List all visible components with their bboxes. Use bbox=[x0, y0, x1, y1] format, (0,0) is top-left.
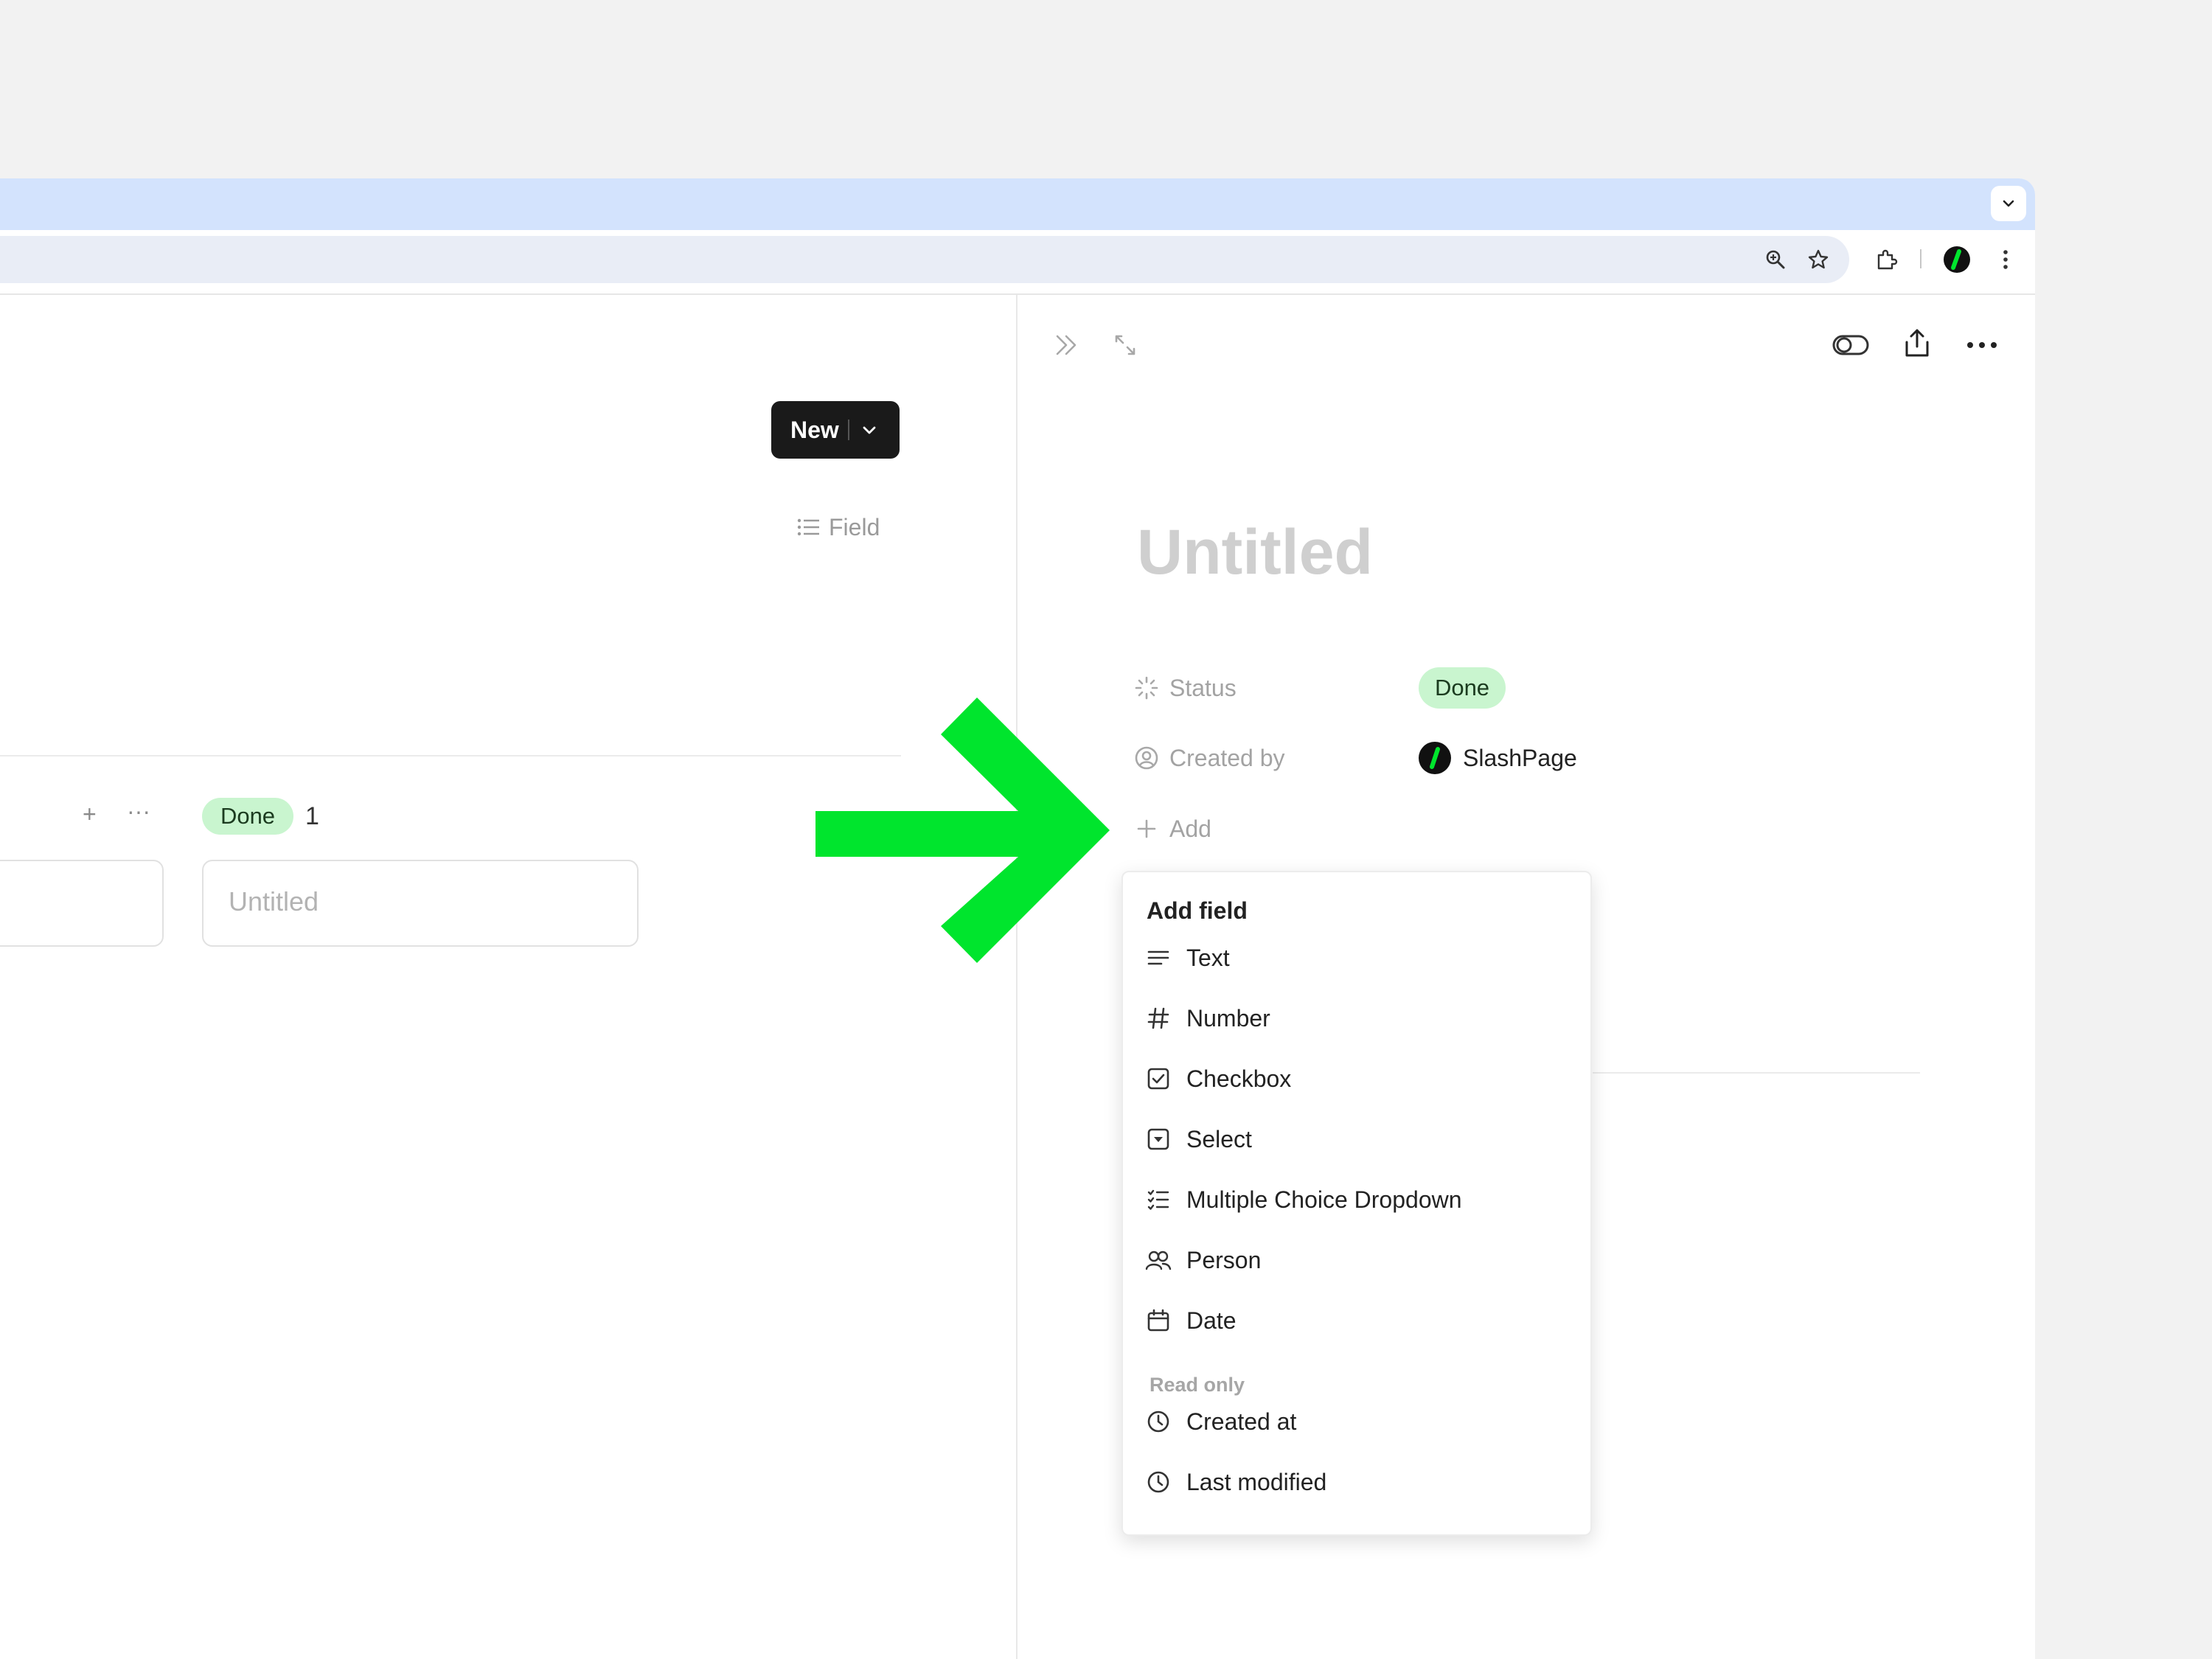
toggle-view-icon[interactable] bbox=[1830, 326, 1871, 364]
share-icon[interactable] bbox=[1898, 324, 1936, 363]
expand-icon[interactable] bbox=[1106, 326, 1144, 364]
board-card[interactable] bbox=[0, 860, 164, 947]
new-button[interactable]: New bbox=[771, 401, 900, 459]
field-button-label: Field bbox=[829, 513, 880, 540]
chevron-down-icon bbox=[2003, 200, 2014, 207]
menu-item-label: Date bbox=[1186, 1307, 1237, 1334]
status-badge: Done bbox=[202, 798, 293, 835]
checkbox-icon bbox=[1144, 1064, 1173, 1093]
slashpage-extension-icon[interactable] bbox=[1942, 245, 1972, 274]
menu-item-multiple-choice-dropdown[interactable]: Multiple Choice Dropdown bbox=[1135, 1176, 1579, 1223]
menu-item-label: Created at bbox=[1186, 1408, 1297, 1435]
column-more-button[interactable]: ··· bbox=[127, 798, 150, 825]
card-title: Untitled bbox=[229, 886, 319, 917]
menu-item-label: Number bbox=[1186, 1004, 1270, 1032]
bookmark-star-icon[interactable] bbox=[1804, 245, 1833, 274]
menu-item-label: Checkbox bbox=[1186, 1065, 1292, 1092]
menu-item-checkbox[interactable]: Checkbox bbox=[1135, 1055, 1579, 1102]
menu-item-label: Last modified bbox=[1186, 1468, 1327, 1495]
browser-menu-icon[interactable] bbox=[1991, 245, 2020, 274]
clock-icon bbox=[1144, 1467, 1173, 1497]
menu-item-text[interactable]: Text bbox=[1135, 934, 1579, 981]
checklist-icon bbox=[1144, 1185, 1173, 1214]
status-value-badge[interactable]: Done bbox=[1419, 667, 1506, 709]
menu-title: Add field bbox=[1147, 897, 1248, 924]
status-loader-icon bbox=[1134, 675, 1159, 700]
collapse-panel-icon[interactable] bbox=[1047, 326, 1085, 364]
people-icon bbox=[1144, 1245, 1173, 1275]
menu-item-date[interactable]: Date bbox=[1135, 1297, 1579, 1344]
menu-item-last-modified[interactable]: Last modified bbox=[1135, 1458, 1579, 1506]
created-by-value: SlashPage bbox=[1419, 737, 1577, 779]
user-circle-icon bbox=[1134, 745, 1159, 771]
properties-divider bbox=[1593, 1072, 1920, 1074]
annotation-arrow bbox=[811, 693, 1121, 973]
new-button-separator bbox=[848, 420, 849, 440]
calendar-icon bbox=[1144, 1306, 1173, 1335]
menu-item-select[interactable]: Select bbox=[1135, 1116, 1579, 1163]
tab-strip bbox=[0, 178, 2035, 230]
hash-icon bbox=[1144, 1004, 1173, 1033]
menu-item-person[interactable]: Person bbox=[1135, 1237, 1579, 1284]
column-count: 1 bbox=[305, 802, 319, 830]
extensions-puzzle-icon[interactable] bbox=[1871, 245, 1901, 274]
chevron-down-icon[interactable] bbox=[860, 420, 879, 439]
menu-item-label: Text bbox=[1186, 944, 1230, 971]
add-card-button[interactable]: + bbox=[83, 801, 97, 828]
property-label: Created by bbox=[1169, 744, 1285, 771]
read-only-section-label: Read only bbox=[1150, 1374, 1245, 1396]
clock-icon bbox=[1144, 1407, 1173, 1436]
creator-name: SlashPage bbox=[1463, 744, 1577, 771]
zoom-icon[interactable] bbox=[1761, 245, 1790, 274]
page-title[interactable]: Untitled bbox=[1137, 516, 1373, 589]
property-created-by[interactable]: Created by bbox=[1134, 737, 1285, 779]
add-property-button[interactable]: Add bbox=[1134, 808, 1211, 849]
add-label: Add bbox=[1169, 815, 1211, 842]
menu-item-created-at[interactable]: Created at bbox=[1135, 1398, 1579, 1445]
list-icon bbox=[796, 516, 821, 538]
board-card-untitled[interactable]: Untitled bbox=[202, 860, 639, 947]
address-bar[interactable] bbox=[0, 236, 1849, 283]
add-field-menu: Add field Text Number Checkbox Select Mu… bbox=[1121, 871, 1592, 1536]
text-lines-icon bbox=[1144, 943, 1173, 973]
new-button-label: New bbox=[790, 416, 839, 443]
toolbar-separator bbox=[1920, 249, 1921, 268]
avatar bbox=[1419, 742, 1451, 774]
field-button[interactable]: Field bbox=[796, 509, 880, 546]
more-options-icon[interactable] bbox=[1961, 326, 2003, 364]
menu-item-number[interactable]: Number bbox=[1135, 995, 1579, 1042]
select-icon bbox=[1144, 1124, 1173, 1154]
browser-toolbar bbox=[0, 230, 2035, 293]
menu-item-label: Person bbox=[1186, 1246, 1262, 1273]
menu-item-label: Select bbox=[1186, 1125, 1252, 1152]
board-view: New Field + ··· Done 1 Untitled bbox=[0, 295, 1016, 1659]
property-status[interactable]: Status bbox=[1134, 667, 1237, 709]
plus-icon bbox=[1134, 816, 1159, 841]
menu-item-label: Multiple Choice Dropdown bbox=[1186, 1186, 1462, 1213]
property-label: Status bbox=[1169, 674, 1237, 701]
board-divider bbox=[0, 755, 901, 757]
tab-search-button[interactable] bbox=[1991, 186, 2026, 221]
